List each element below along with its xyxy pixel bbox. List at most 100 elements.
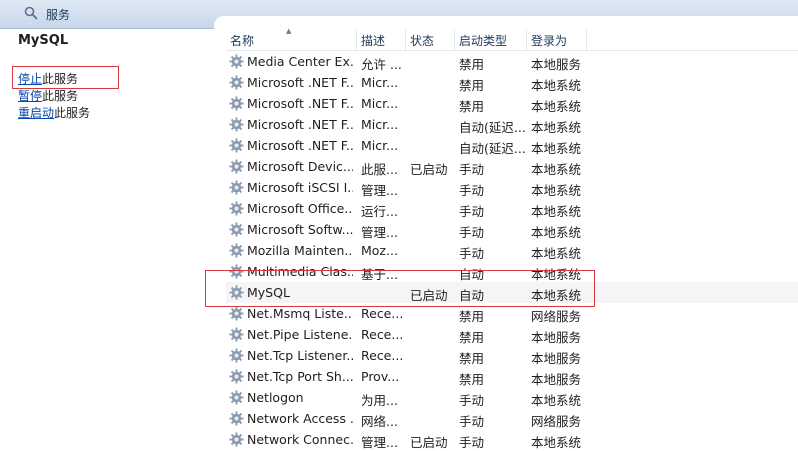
gear-icon [229, 75, 244, 90]
service-name-cell: Net.Tcp Listener... [247, 348, 353, 363]
service-name-cell: Microsoft Devic... [247, 159, 353, 174]
service-name-cell: Microsoft iSCSI I... [247, 180, 353, 195]
service-logon-cell: 本地系统 [531, 120, 582, 135]
service-logon-cell: 本地系统 [531, 162, 582, 177]
table-row[interactable]: Mozilla Mainten... Moz... 手动 本地系统 [226, 240, 798, 261]
table-row[interactable]: Network Connec... 管理... 已启动 手动 本地系统 [226, 429, 798, 450]
table-row[interactable]: Microsoft .NET F... Micr... 禁用 本地系统 [226, 93, 798, 114]
service-description-cell: 管理... [361, 225, 398, 240]
table-row[interactable]: Microsoft Softw... 管理... 手动 本地系统 [226, 219, 798, 240]
service-description-cell: 运行... [361, 204, 398, 219]
pause-service-action: 暂停此服务 [18, 87, 78, 104]
service-description-cell: Micr... [361, 96, 399, 111]
service-description-cell: Micr... [361, 138, 399, 153]
gear-icon [229, 327, 244, 342]
service-description-cell: 网络... [361, 414, 398, 429]
service-startup-type-cell: 禁用 [459, 330, 485, 345]
table-row[interactable]: Microsoft .NET F... Micr... 自动(延迟... 本地系统 [226, 114, 798, 135]
table-row[interactable]: Network Access ... 网络... 手动 网络服务 [226, 408, 798, 429]
service-logon-cell: 本地系统 [531, 246, 582, 261]
service-startup-type-cell: 禁用 [459, 57, 485, 72]
window-title: 服务 [46, 8, 71, 22]
restart-service-link[interactable]: 重启动 [18, 106, 54, 120]
table-row[interactable]: Media Center Ex... 允许 ... 禁用 本地服务 [226, 51, 798, 72]
service-name-cell: Net.Msmq Liste... [247, 306, 353, 321]
gear-icon [229, 117, 244, 132]
service-description-cell: Rece... [361, 348, 403, 363]
service-logon-cell: 本地系统 [531, 99, 582, 114]
service-logon-cell: 本地系统 [531, 225, 582, 240]
service-name-cell: Network Connec... [247, 432, 353, 447]
highlight-box-mysql-row [205, 270, 595, 307]
service-startup-type-cell: 自动(延迟... [459, 141, 525, 156]
gear-icon [229, 159, 244, 174]
service-startup-type-cell: 禁用 [459, 351, 485, 366]
service-startup-type-cell: 手动 [459, 246, 485, 261]
table-row[interactable]: Microsoft .NET F... Micr... 自动(延迟... 本地系统 [226, 135, 798, 156]
search-icon [24, 6, 38, 20]
table-row[interactable]: Net.Tcp Listener... Rece... 禁用 本地服务 [226, 345, 798, 366]
service-logon-cell: 本地服务 [531, 330, 582, 345]
restart-service-action: 重启动此服务 [18, 104, 90, 121]
table-row[interactable]: Microsoft Devic... 此服... 已启动 手动 本地系统 [226, 156, 798, 177]
restart-service-suffix: 此服务 [54, 106, 91, 120]
column-header-description[interactable]: 描述 [357, 29, 406, 50]
service-name-cell: Microsoft Office... [247, 201, 353, 216]
service-description-cell: Micr... [361, 117, 399, 132]
column-header-logon-as[interactable]: 登录为 [527, 29, 587, 50]
service-startup-type-cell: 禁用 [459, 99, 485, 114]
service-startup-type-cell: 禁用 [459, 78, 485, 93]
table-row[interactable]: Microsoft .NET F... Micr... 禁用 本地系统 [226, 72, 798, 93]
gear-icon [229, 222, 244, 237]
service-name-cell: Network Access ... [247, 411, 353, 426]
service-logon-cell: 本地系统 [531, 435, 582, 450]
highlight-box-stop-action [12, 66, 119, 89]
service-description-cell: Rece... [361, 306, 403, 321]
table-row[interactable]: Microsoft Office... 运行... 手动 本地系统 [226, 198, 798, 219]
pause-service-suffix: 此服务 [42, 89, 79, 103]
service-startup-type-cell: 自动(延迟... [459, 120, 525, 135]
gear-icon [229, 306, 244, 321]
service-startup-type-cell: 禁用 [459, 372, 485, 387]
service-description-cell: 允许 ... [361, 57, 402, 72]
gear-icon [229, 180, 244, 195]
content-pane-edge [214, 16, 798, 29]
service-logon-cell: 本地系统 [531, 204, 582, 219]
service-logon-cell: 网络服务 [531, 309, 582, 324]
gear-icon [229, 201, 244, 216]
service-description-cell: Rece... [361, 327, 403, 342]
service-status-cell: 已启动 [410, 435, 448, 450]
service-status-cell: 已启动 [410, 162, 448, 177]
gear-icon [229, 390, 244, 405]
service-logon-cell: 本地服务 [531, 351, 582, 366]
service-logon-cell: 本地系统 [531, 183, 582, 198]
column-header-startup-type[interactable]: 启动类型 [455, 29, 527, 50]
table-row[interactable]: Net.Pipe Listene... Rece... 禁用 本地服务 [226, 324, 798, 345]
service-logon-cell: 网络服务 [531, 414, 582, 429]
column-header-status[interactable]: 状态 [406, 29, 455, 50]
service-name-cell: Microsoft Softw... [247, 222, 353, 237]
table-row[interactable]: Microsoft iSCSI I... 管理... 手动 本地系统 [226, 177, 798, 198]
service-logon-cell: 本地系统 [531, 78, 582, 93]
service-startup-type-cell: 手动 [459, 393, 485, 408]
column-header-name[interactable]: 名称 [226, 29, 357, 50]
table-row[interactable]: Netlogon 为用... 手动 本地系统 [226, 387, 798, 408]
service-logon-cell: 本地系统 [531, 141, 582, 156]
service-description-cell: Prov... [361, 369, 400, 384]
service-description-cell: 管理... [361, 435, 398, 450]
service-description-cell: 此服... [361, 162, 398, 177]
sort-up-icon: ▲ [286, 27, 292, 35]
service-name-cell: Net.Pipe Listene... [247, 327, 353, 342]
pause-service-link[interactable]: 暂停 [18, 89, 42, 103]
service-name-cell: Microsoft .NET F... [247, 75, 353, 90]
service-startup-type-cell: 手动 [459, 414, 485, 429]
service-name-cell: Net.Tcp Port Sh... [247, 369, 353, 384]
service-description-cell: Micr... [361, 75, 399, 90]
service-startup-type-cell: 手动 [459, 162, 485, 177]
gear-icon [229, 96, 244, 111]
service-startup-type-cell: 禁用 [459, 309, 485, 324]
service-logon-cell: 本地服务 [531, 372, 582, 387]
table-row[interactable]: Net.Tcp Port Sh... Prov... 禁用 本地服务 [226, 366, 798, 387]
gear-icon [229, 432, 244, 447]
gear-icon [229, 411, 244, 426]
